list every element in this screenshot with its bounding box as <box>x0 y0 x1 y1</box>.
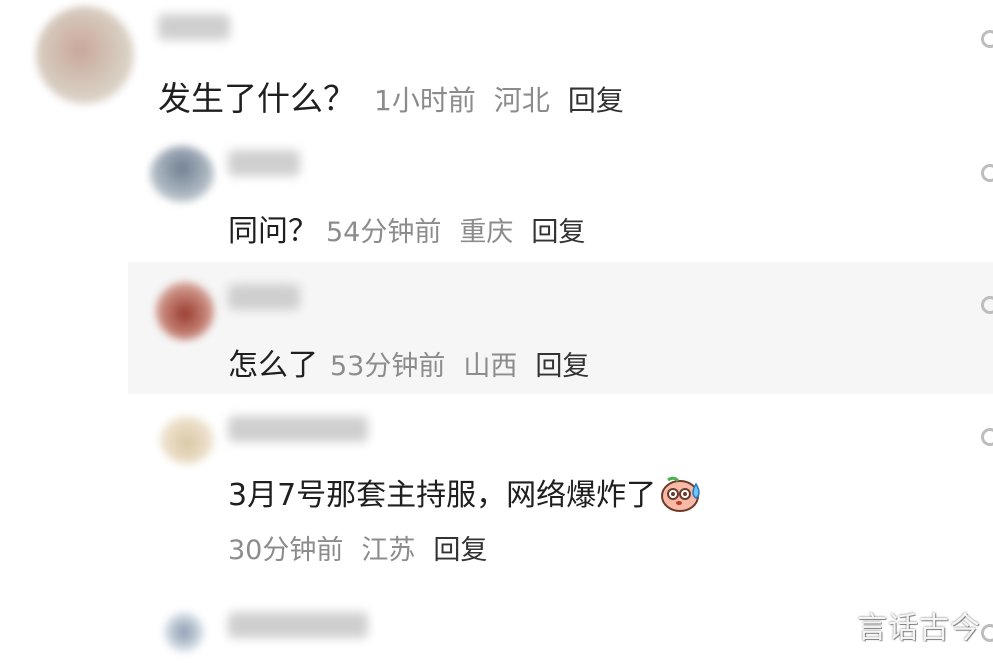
avatar[interactable] <box>160 416 214 464</box>
more-icon[interactable] <box>981 30 993 48</box>
comment-location: 山西 <box>463 351 518 382</box>
watermark: 言话古今 <box>857 611 981 646</box>
more-icon[interactable] <box>981 164 993 182</box>
username-blurred[interactable] <box>228 416 368 442</box>
comment-location: 重庆 <box>459 217 514 248</box>
avatar[interactable] <box>156 282 214 340</box>
username-blurred[interactable] <box>228 284 300 310</box>
reply-button[interactable]: 回复 <box>531 217 585 248</box>
comment-time: 53分钟前 <box>330 351 446 382</box>
avatar[interactable] <box>36 6 134 104</box>
avatar[interactable] <box>150 146 214 202</box>
comment-text: 3月7号那套主持服，网络爆炸了 <box>228 478 657 513</box>
comment-text: 怎么了 <box>228 348 318 383</box>
reply-item[interactable] <box>0 594 993 663</box>
username-blurred[interactable] <box>228 150 300 176</box>
avatar[interactable] <box>164 612 204 652</box>
comment-time: 30分钟前 <box>228 535 344 566</box>
reply-item[interactable]: 3月7号那套主持服，网络爆炸了 30分钟前 江苏 回复 <box>0 394 993 594</box>
username-blurred[interactable] <box>158 14 230 40</box>
comment-line: 发生了什么？ 1小时前 河北 回复 <box>158 72 624 120</box>
comment-time: 1小时前 <box>374 84 476 117</box>
comment-text: 发生了什么？ <box>158 79 356 118</box>
comment-line: 3月7号那套主持服，网络爆炸了 <box>228 470 704 522</box>
comment-line: 怎么了 53分钟前 山西 回复 <box>228 340 589 384</box>
comment-line: 同问？ 54分钟前 重庆 回复 <box>228 206 585 250</box>
comment-item[interactable]: 发生了什么？ 1小时前 河北 回复 <box>0 0 993 140</box>
more-icon[interactable] <box>981 428 993 446</box>
username-blurred[interactable] <box>228 612 368 638</box>
comment-time: 54分钟前 <box>326 217 442 248</box>
comment-location: 江苏 <box>361 535 416 566</box>
reply-item[interactable]: 同问？ 54分钟前 重庆 回复 <box>0 140 993 262</box>
reply-button[interactable]: 回复 <box>535 351 589 382</box>
reply-button[interactable]: 回复 <box>568 84 624 117</box>
comment-meta-line: 30分钟前 江苏 回复 <box>228 528 487 567</box>
comment-text: 同问？ <box>228 214 318 249</box>
reply-button[interactable]: 回复 <box>433 535 487 566</box>
more-icon[interactable] <box>981 624 993 642</box>
sweat-smile-emoji <box>660 472 704 522</box>
reply-item[interactable]: 怎么了 53分钟前 山西 回复 <box>0 262 993 394</box>
comment-location: 河北 <box>493 84 550 117</box>
more-icon[interactable] <box>981 296 993 314</box>
